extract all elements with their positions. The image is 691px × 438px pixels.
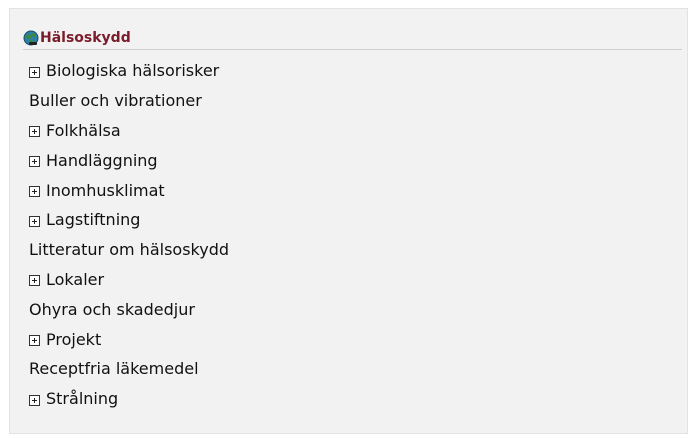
topic-link[interactable]: Folkhälsa bbox=[46, 121, 121, 140]
topic-link[interactable]: Inomhusklimat bbox=[46, 181, 165, 200]
topic-link[interactable]: Projekt bbox=[46, 330, 101, 349]
expand-icon[interactable] bbox=[29, 186, 40, 198]
topic-link[interactable]: Buller och vibrationer bbox=[29, 91, 202, 110]
expand-icon[interactable] bbox=[29, 66, 40, 78]
list-item: Strålning bbox=[29, 384, 229, 414]
list-item: Projekt bbox=[29, 324, 229, 354]
expand-icon[interactable] bbox=[29, 335, 40, 347]
topic-link[interactable]: Strålning bbox=[46, 389, 118, 408]
topic-link[interactable]: Ohyra och skadedjur bbox=[29, 300, 195, 319]
globe-icon bbox=[23, 30, 39, 46]
list-item: Lokaler bbox=[29, 265, 229, 295]
expand-icon[interactable] bbox=[29, 126, 40, 138]
topic-link[interactable]: Lokaler bbox=[46, 270, 104, 289]
topic-link[interactable]: Biologiska hälsorisker bbox=[46, 61, 219, 80]
list-item: Receptfria läkemedel bbox=[29, 354, 229, 384]
topic-link[interactable]: Litteratur om hälsoskydd bbox=[29, 240, 229, 259]
topic-list: Biologiska hälsorisker Buller och vibrati… bbox=[29, 56, 229, 414]
topic-link[interactable]: Handläggning bbox=[46, 151, 158, 170]
list-item: Ohyra och skadedjur bbox=[29, 294, 229, 324]
expand-icon[interactable] bbox=[29, 215, 40, 227]
list-item: Folkhälsa bbox=[29, 116, 229, 146]
expand-icon[interactable] bbox=[29, 275, 40, 287]
list-item: Biologiska hälsorisker bbox=[29, 56, 229, 86]
section-header: Hälsoskydd bbox=[23, 27, 682, 50]
list-item: Buller och vibrationer bbox=[29, 86, 229, 116]
list-item: Lagstiftning bbox=[29, 205, 229, 235]
expand-icon[interactable] bbox=[29, 156, 40, 168]
list-item: Litteratur om hälsoskydd bbox=[29, 235, 229, 265]
list-item: Inomhusklimat bbox=[29, 175, 229, 205]
list-item: Handläggning bbox=[29, 145, 229, 175]
section-title[interactable]: Hälsoskydd bbox=[40, 30, 131, 46]
topic-link[interactable]: Lagstiftning bbox=[46, 210, 140, 229]
expand-icon[interactable] bbox=[29, 394, 40, 406]
topic-link[interactable]: Receptfria läkemedel bbox=[29, 359, 199, 378]
